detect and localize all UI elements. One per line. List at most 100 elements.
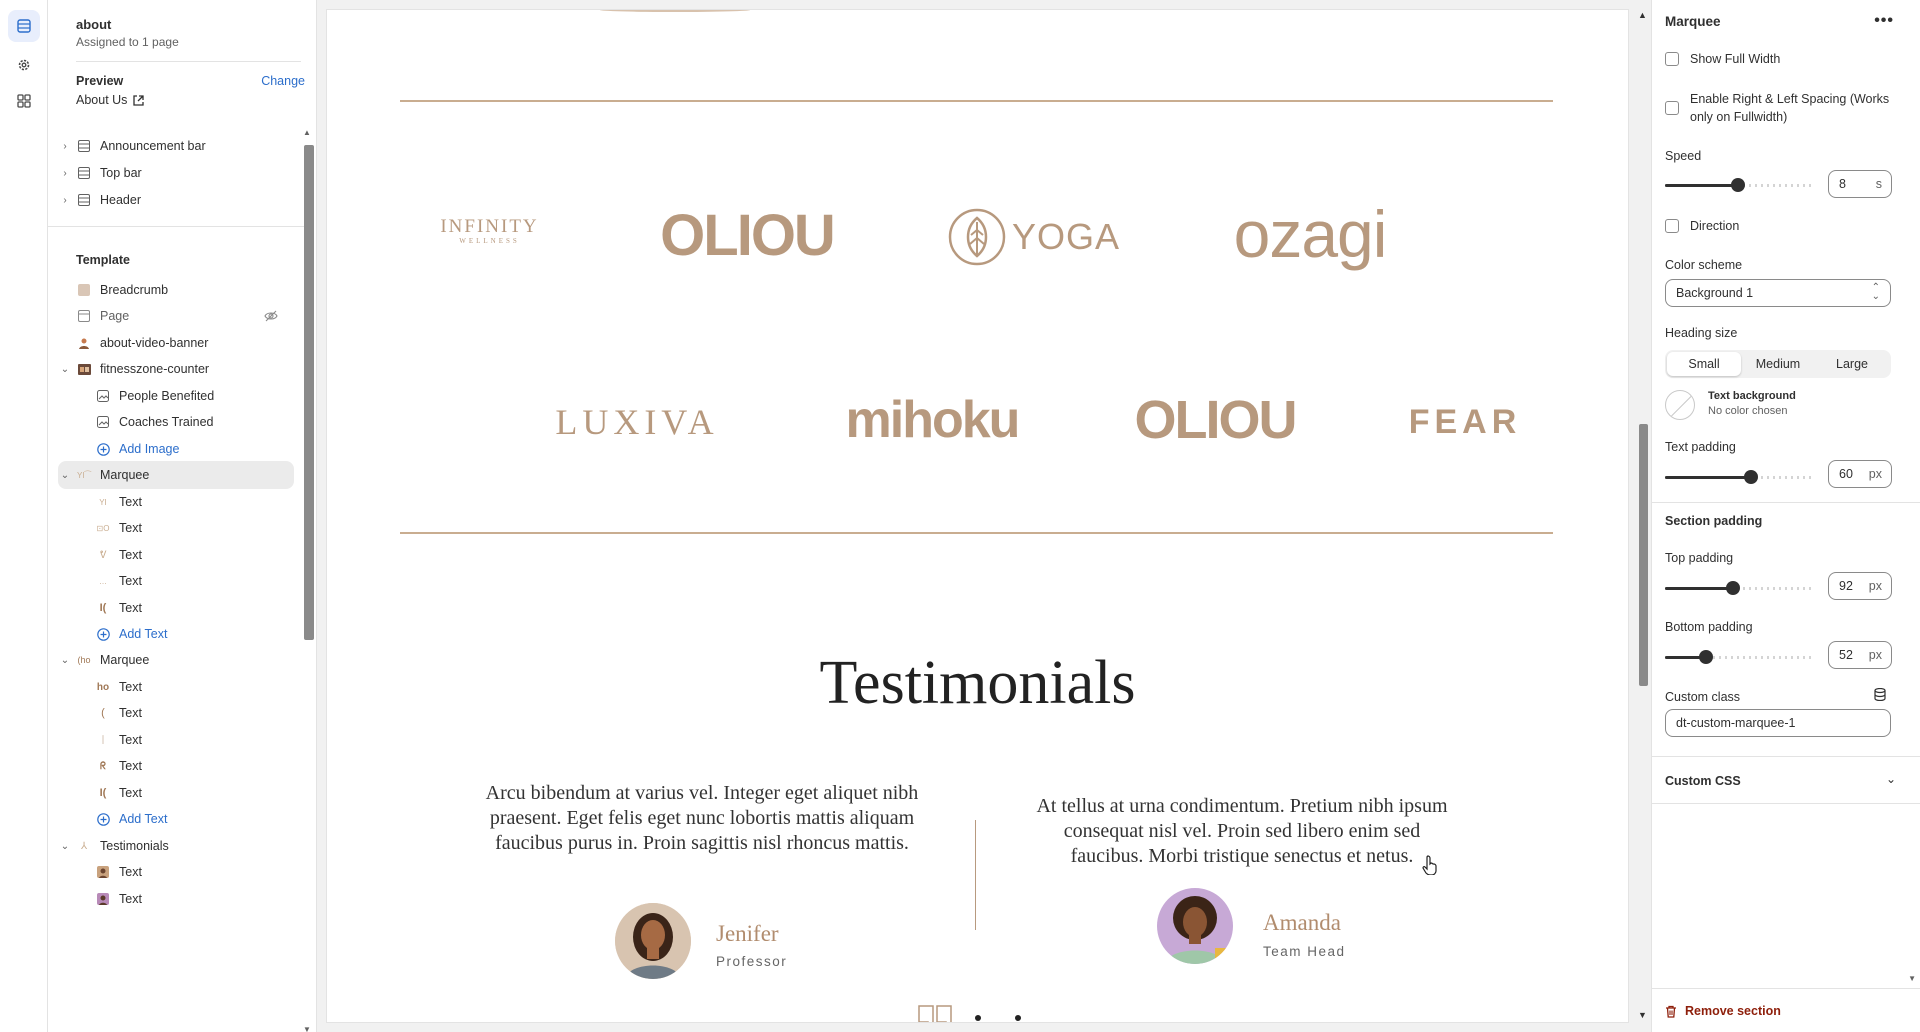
tree-item-about-video-banner[interactable]: about-video-banner bbox=[48, 329, 306, 357]
chevron-right-icon[interactable]: › bbox=[60, 141, 70, 152]
chevron-down-icon[interactable]: ⌄ bbox=[60, 841, 70, 852]
add-text-button[interactable]: Add Text bbox=[48, 620, 306, 648]
scroll-up-arrow-icon[interactable]: ▲ bbox=[303, 128, 311, 137]
tree-block-people-benefited[interactable]: People Benefited bbox=[48, 382, 306, 410]
tree-block-text[interactable]: ho Text bbox=[48, 673, 306, 701]
divider bbox=[1652, 502, 1920, 503]
avatar-thumbnail-icon bbox=[96, 865, 110, 879]
top-padding-slider[interactable] bbox=[1665, 581, 1811, 595]
scroll-down-arrow-icon[interactable]: ▼ bbox=[1908, 974, 1916, 983]
tree-item-label: Header bbox=[100, 193, 141, 207]
add-image-button[interactable]: Add Image bbox=[48, 435, 306, 463]
testimonial-quote: At tellus at urna condimentum. Pretium n… bbox=[1036, 795, 1448, 867]
color-scheme-select[interactable]: Background 1 ⌃ ⌄ bbox=[1665, 279, 1891, 307]
slider-knob[interactable] bbox=[1744, 470, 1758, 484]
preview-page[interactable]: INFINITY WELLNESS OLIOU YOGA ozagi LUXIV… bbox=[327, 10, 1628, 1022]
text-padding-input[interactable]: 60 px bbox=[1828, 460, 1892, 488]
add-image-label: Add Image bbox=[119, 442, 180, 456]
slider-knob[interactable] bbox=[1731, 178, 1745, 192]
heading-size-large-option[interactable]: Large bbox=[1815, 352, 1889, 376]
tree-item-label: Text bbox=[119, 601, 142, 615]
preview-scroll-thumb[interactable] bbox=[1639, 424, 1648, 686]
change-preview-button[interactable]: Change bbox=[261, 74, 305, 88]
top-padding-input[interactable]: 92 px bbox=[1828, 572, 1892, 600]
tree-item-breadcrumb[interactable]: Breadcrumb bbox=[48, 276, 306, 304]
tree-item-marquee-selected[interactable]: ⌄ YI⁀ Marquee bbox=[58, 461, 294, 489]
tree-item-fitnesszone-counter[interactable]: ⌄ fitnesszone-counter bbox=[48, 355, 306, 383]
settings-gear-icon[interactable] bbox=[8, 49, 40, 81]
bottom-padding-slider[interactable] bbox=[1665, 650, 1811, 664]
carousel-dot[interactable] bbox=[1015, 1015, 1021, 1021]
tree-block-text[interactable]: I( Text bbox=[48, 779, 306, 807]
text-padding-slider[interactable] bbox=[1665, 470, 1811, 484]
add-text-button[interactable]: Add Text bbox=[48, 805, 306, 833]
add-text-label: Add Text bbox=[119, 812, 168, 826]
tree-block-text[interactable]: YI Text bbox=[48, 488, 306, 516]
text-background-value: No color chosen bbox=[1708, 405, 1788, 417]
scroll-down-arrow-icon[interactable]: ▼ bbox=[303, 1025, 311, 1032]
testimonial-avatar-amanda bbox=[1157, 888, 1233, 964]
tree-block-text[interactable]: ᛁ Text bbox=[48, 726, 306, 754]
tree-block-text[interactable]: I( Text bbox=[48, 594, 306, 622]
text-background-swatch[interactable] bbox=[1665, 390, 1695, 420]
tree-item-page[interactable]: Page bbox=[48, 302, 306, 330]
more-options-icon[interactable]: ••• bbox=[1874, 12, 1894, 30]
tree-item-label: Text bbox=[119, 759, 142, 773]
sidebar-scroll-thumb[interactable] bbox=[304, 145, 314, 640]
heading-size-medium-option[interactable]: Medium bbox=[1741, 352, 1815, 376]
chevron-down-icon[interactable]: ⌄ bbox=[60, 655, 70, 666]
heading-size-small-option[interactable]: Small bbox=[1667, 352, 1741, 376]
custom-class-input[interactable]: dt-custom-marquee-1 bbox=[1665, 709, 1891, 737]
apps-icon[interactable] bbox=[8, 85, 40, 117]
chevron-right-icon[interactable]: › bbox=[60, 195, 70, 206]
plus-circle-icon bbox=[96, 627, 110, 641]
carousel-dot-active[interactable] bbox=[975, 1015, 981, 1021]
chevron-down-icon[interactable]: ⌄ bbox=[1886, 772, 1896, 786]
hand-cursor-icon bbox=[1422, 855, 1440, 880]
direction-checkbox[interactable] bbox=[1665, 219, 1679, 233]
tree-item-testimonials[interactable]: ⌄ ⅄ Testimonials bbox=[48, 832, 306, 860]
tree-item-top-bar[interactable]: › Top bar bbox=[48, 159, 306, 187]
tree-block-text[interactable]: Text bbox=[48, 885, 306, 913]
tree-block-text[interactable]: … Text bbox=[48, 567, 306, 595]
tree-item-header[interactable]: › Header bbox=[48, 186, 306, 214]
tree-item-marquee[interactable]: ⌄ (ho Marquee bbox=[48, 646, 306, 674]
enable-spacing-checkbox[interactable] bbox=[1665, 101, 1679, 115]
tree-block-text[interactable]: ⊡O Text bbox=[48, 514, 306, 542]
chevron-right-icon[interactable]: › bbox=[60, 168, 70, 179]
remove-section-button[interactable]: Remove section bbox=[1665, 1004, 1781, 1018]
enable-spacing-label: Enable Right & Left Spacing (Works only … bbox=[1690, 92, 1890, 124]
sections-sidebar: about Assigned to 1 page Preview Change … bbox=[48, 0, 317, 1032]
chevron-down-icon[interactable]: ⌄ bbox=[60, 364, 70, 375]
tree-block-text[interactable]: ( Text bbox=[48, 699, 306, 727]
tree-block-coaches-trained[interactable]: Coaches Trained bbox=[48, 408, 306, 436]
tree-block-text[interactable]: ᕓ Text bbox=[48, 541, 306, 569]
bottom-padding-input[interactable]: 52 px bbox=[1828, 641, 1892, 669]
plus-circle-icon bbox=[96, 442, 110, 456]
speed-input[interactable]: 8 s bbox=[1828, 170, 1892, 198]
template-name: about bbox=[76, 17, 112, 32]
sections-icon[interactable] bbox=[8, 10, 40, 42]
top-padding-value: 92 bbox=[1839, 579, 1853, 593]
tree-block-text[interactable]: ᖇ Text bbox=[48, 752, 306, 780]
custom-css-heading[interactable]: Custom CSS bbox=[1665, 774, 1741, 788]
tree-block-text[interactable]: Text bbox=[48, 858, 306, 886]
preview-scrollbar[interactable]: ▲ ▼ bbox=[1634, 0, 1651, 1032]
eye-hidden-icon[interactable] bbox=[264, 309, 278, 323]
slider-knob[interactable] bbox=[1726, 581, 1740, 595]
database-icon[interactable] bbox=[1874, 687, 1886, 706]
preview-page-link[interactable]: About Us bbox=[76, 93, 145, 107]
video-banner-thumbnail-icon bbox=[77, 336, 91, 350]
chevron-down-icon[interactable]: ⌄ bbox=[60, 470, 70, 481]
custom-class-label: Custom class bbox=[1665, 690, 1741, 704]
tree-item-announcement-bar[interactable]: › Announcement bar bbox=[48, 132, 306, 160]
heading-size-label: Heading size bbox=[1665, 326, 1738, 340]
show-full-width-checkbox[interactable] bbox=[1665, 52, 1679, 66]
scroll-up-arrow-icon[interactable]: ▲ bbox=[1638, 10, 1647, 20]
speed-slider[interactable] bbox=[1665, 178, 1811, 192]
scroll-down-arrow-icon[interactable]: ▼ bbox=[1638, 1010, 1647, 1020]
sidebar-scrollbar[interactable]: ▲ ▼ bbox=[302, 128, 314, 1032]
top-padding-unit: px bbox=[1868, 579, 1882, 593]
slider-knob[interactable] bbox=[1699, 650, 1713, 664]
tree-item-label: Text bbox=[119, 733, 142, 747]
